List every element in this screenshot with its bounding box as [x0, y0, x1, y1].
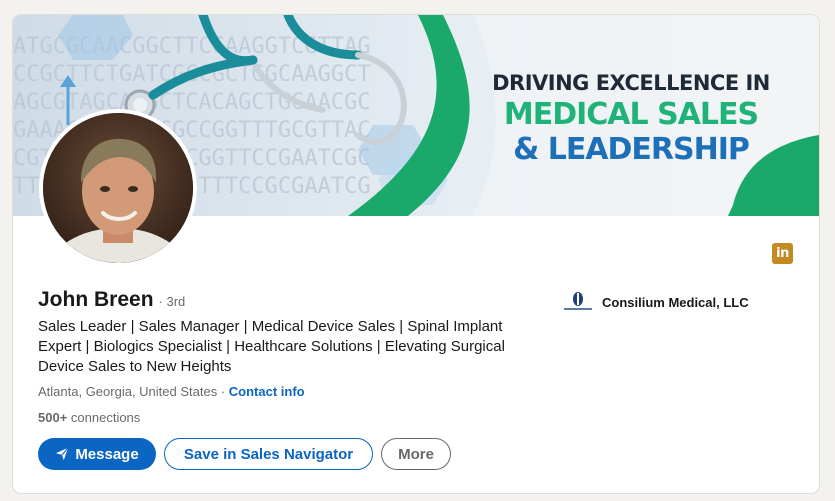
banner-tagline: DRIVING EXCELLENCE IN MEDICAL SALES & LE… — [491, 71, 771, 167]
avatar-photo — [43, 113, 193, 263]
profile-card: ATGCGCAACGGCTTCCAAGGTCGTTAG CCGCTTCTGATC… — [13, 15, 819, 493]
connections-label: connections — [67, 410, 141, 425]
profile-avatar[interactable] — [39, 109, 197, 267]
linkedin-icon[interactable]: in — [772, 243, 793, 264]
company-logo-icon — [564, 292, 592, 310]
banner-line-2: MEDICAL SALES — [503, 97, 759, 132]
profile-location: Atlanta, Georgia, United States — [38, 384, 218, 399]
connection-degree: · 3rd — [158, 294, 186, 309]
location-row: Atlanta, Georgia, United States · Contac… — [38, 384, 305, 399]
profile-name: John Breen — [38, 288, 154, 311]
location-separator: · — [217, 384, 229, 399]
save-in-sales-navigator-button[interactable]: Save in Sales Navigator — [164, 438, 373, 470]
message-button-label: Message — [75, 445, 139, 463]
banner-line-3: & LEADERSHIP — [513, 132, 750, 167]
send-icon — [55, 447, 69, 461]
profile-headline: Sales Leader | Sales Manager | Medical D… — [38, 318, 505, 375]
current-company[interactable]: Consilium Medical, LLC — [562, 291, 749, 313]
company-name: Consilium Medical, LLC — [602, 294, 749, 310]
connections-row[interactable]: 500+ connections — [38, 410, 140, 425]
message-button[interactable]: Message — [38, 438, 156, 470]
contact-info-link[interactable]: Contact info — [229, 384, 305, 399]
banner-line-1: DRIVING EXCELLENCE IN — [492, 71, 770, 95]
more-button[interactable]: More — [381, 438, 451, 470]
connections-count: 500+ — [38, 410, 68, 425]
name-row: John Breen · 3rd — [38, 288, 185, 312]
profile-actions: Message Save in Sales Navigator More — [38, 438, 459, 470]
